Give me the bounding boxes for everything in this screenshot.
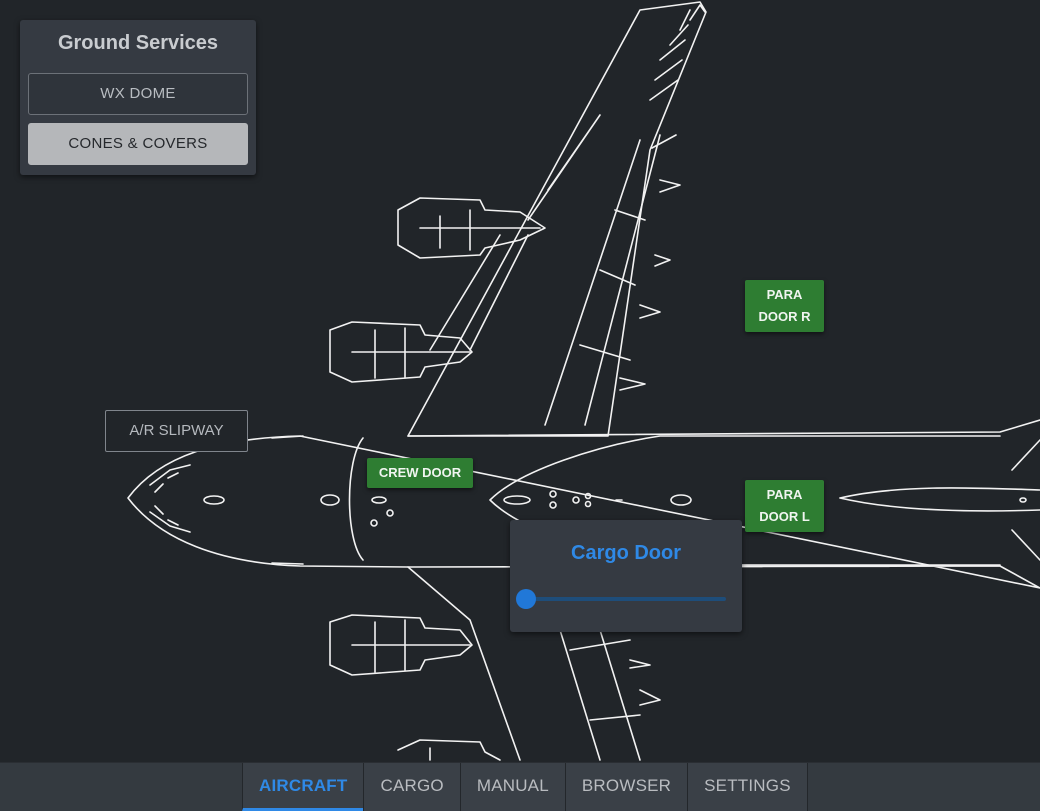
tail-boom (839, 487, 1040, 512)
nose-section (348, 437, 364, 561)
lower-outer-engine (397, 739, 501, 761)
ar-slipway-button[interactable]: A/R SLIPWAY (105, 410, 248, 452)
tab-settings[interactable]: SETTINGS (687, 763, 808, 811)
cargo-door-slider-track[interactable] (516, 589, 726, 609)
cargo-door-slider-thumb[interactable] (516, 589, 536, 609)
para-door-r-label-line2: DOOR R (758, 309, 811, 324)
para-door-r-label-line1: PARA (766, 287, 803, 302)
para-door-l-label-line2: DOOR L (759, 509, 810, 524)
crew-door-button[interactable]: CREW DOOR (367, 458, 473, 488)
cargo-door-title: Cargo Door (571, 542, 681, 564)
cockpit-windows (149, 464, 191, 533)
upper-wing (407, 1, 707, 437)
bottom-navigation-bar: AIRCRAFT CARGO MANUAL BROWSER SETTINGS (0, 762, 1040, 811)
wx-dome-button[interactable]: WX DOME (28, 73, 248, 115)
tab-row: AIRCRAFT CARGO MANUAL BROWSER SETTINGS (242, 763, 808, 811)
cones-covers-button[interactable]: CONES & COVERS (28, 123, 248, 165)
para-door-r-button[interactable]: PARA DOOR R (745, 280, 824, 332)
tab-browser[interactable]: BROWSER (564, 763, 688, 811)
tab-aircraft[interactable]: AIRCRAFT (242, 763, 364, 811)
ground-services-panel: Ground Services WX DOME CONES & COVERS (20, 20, 256, 175)
para-door-l-button[interactable]: PARA DOOR L (745, 480, 824, 532)
para-door-l-label-line1: PARA (766, 487, 803, 502)
tab-cargo[interactable]: CARGO (363, 763, 460, 811)
ground-services-title: Ground Services (57, 32, 219, 54)
tab-manual[interactable]: MANUAL (459, 763, 565, 811)
cargo-door-panel: Cargo Door (510, 520, 742, 632)
